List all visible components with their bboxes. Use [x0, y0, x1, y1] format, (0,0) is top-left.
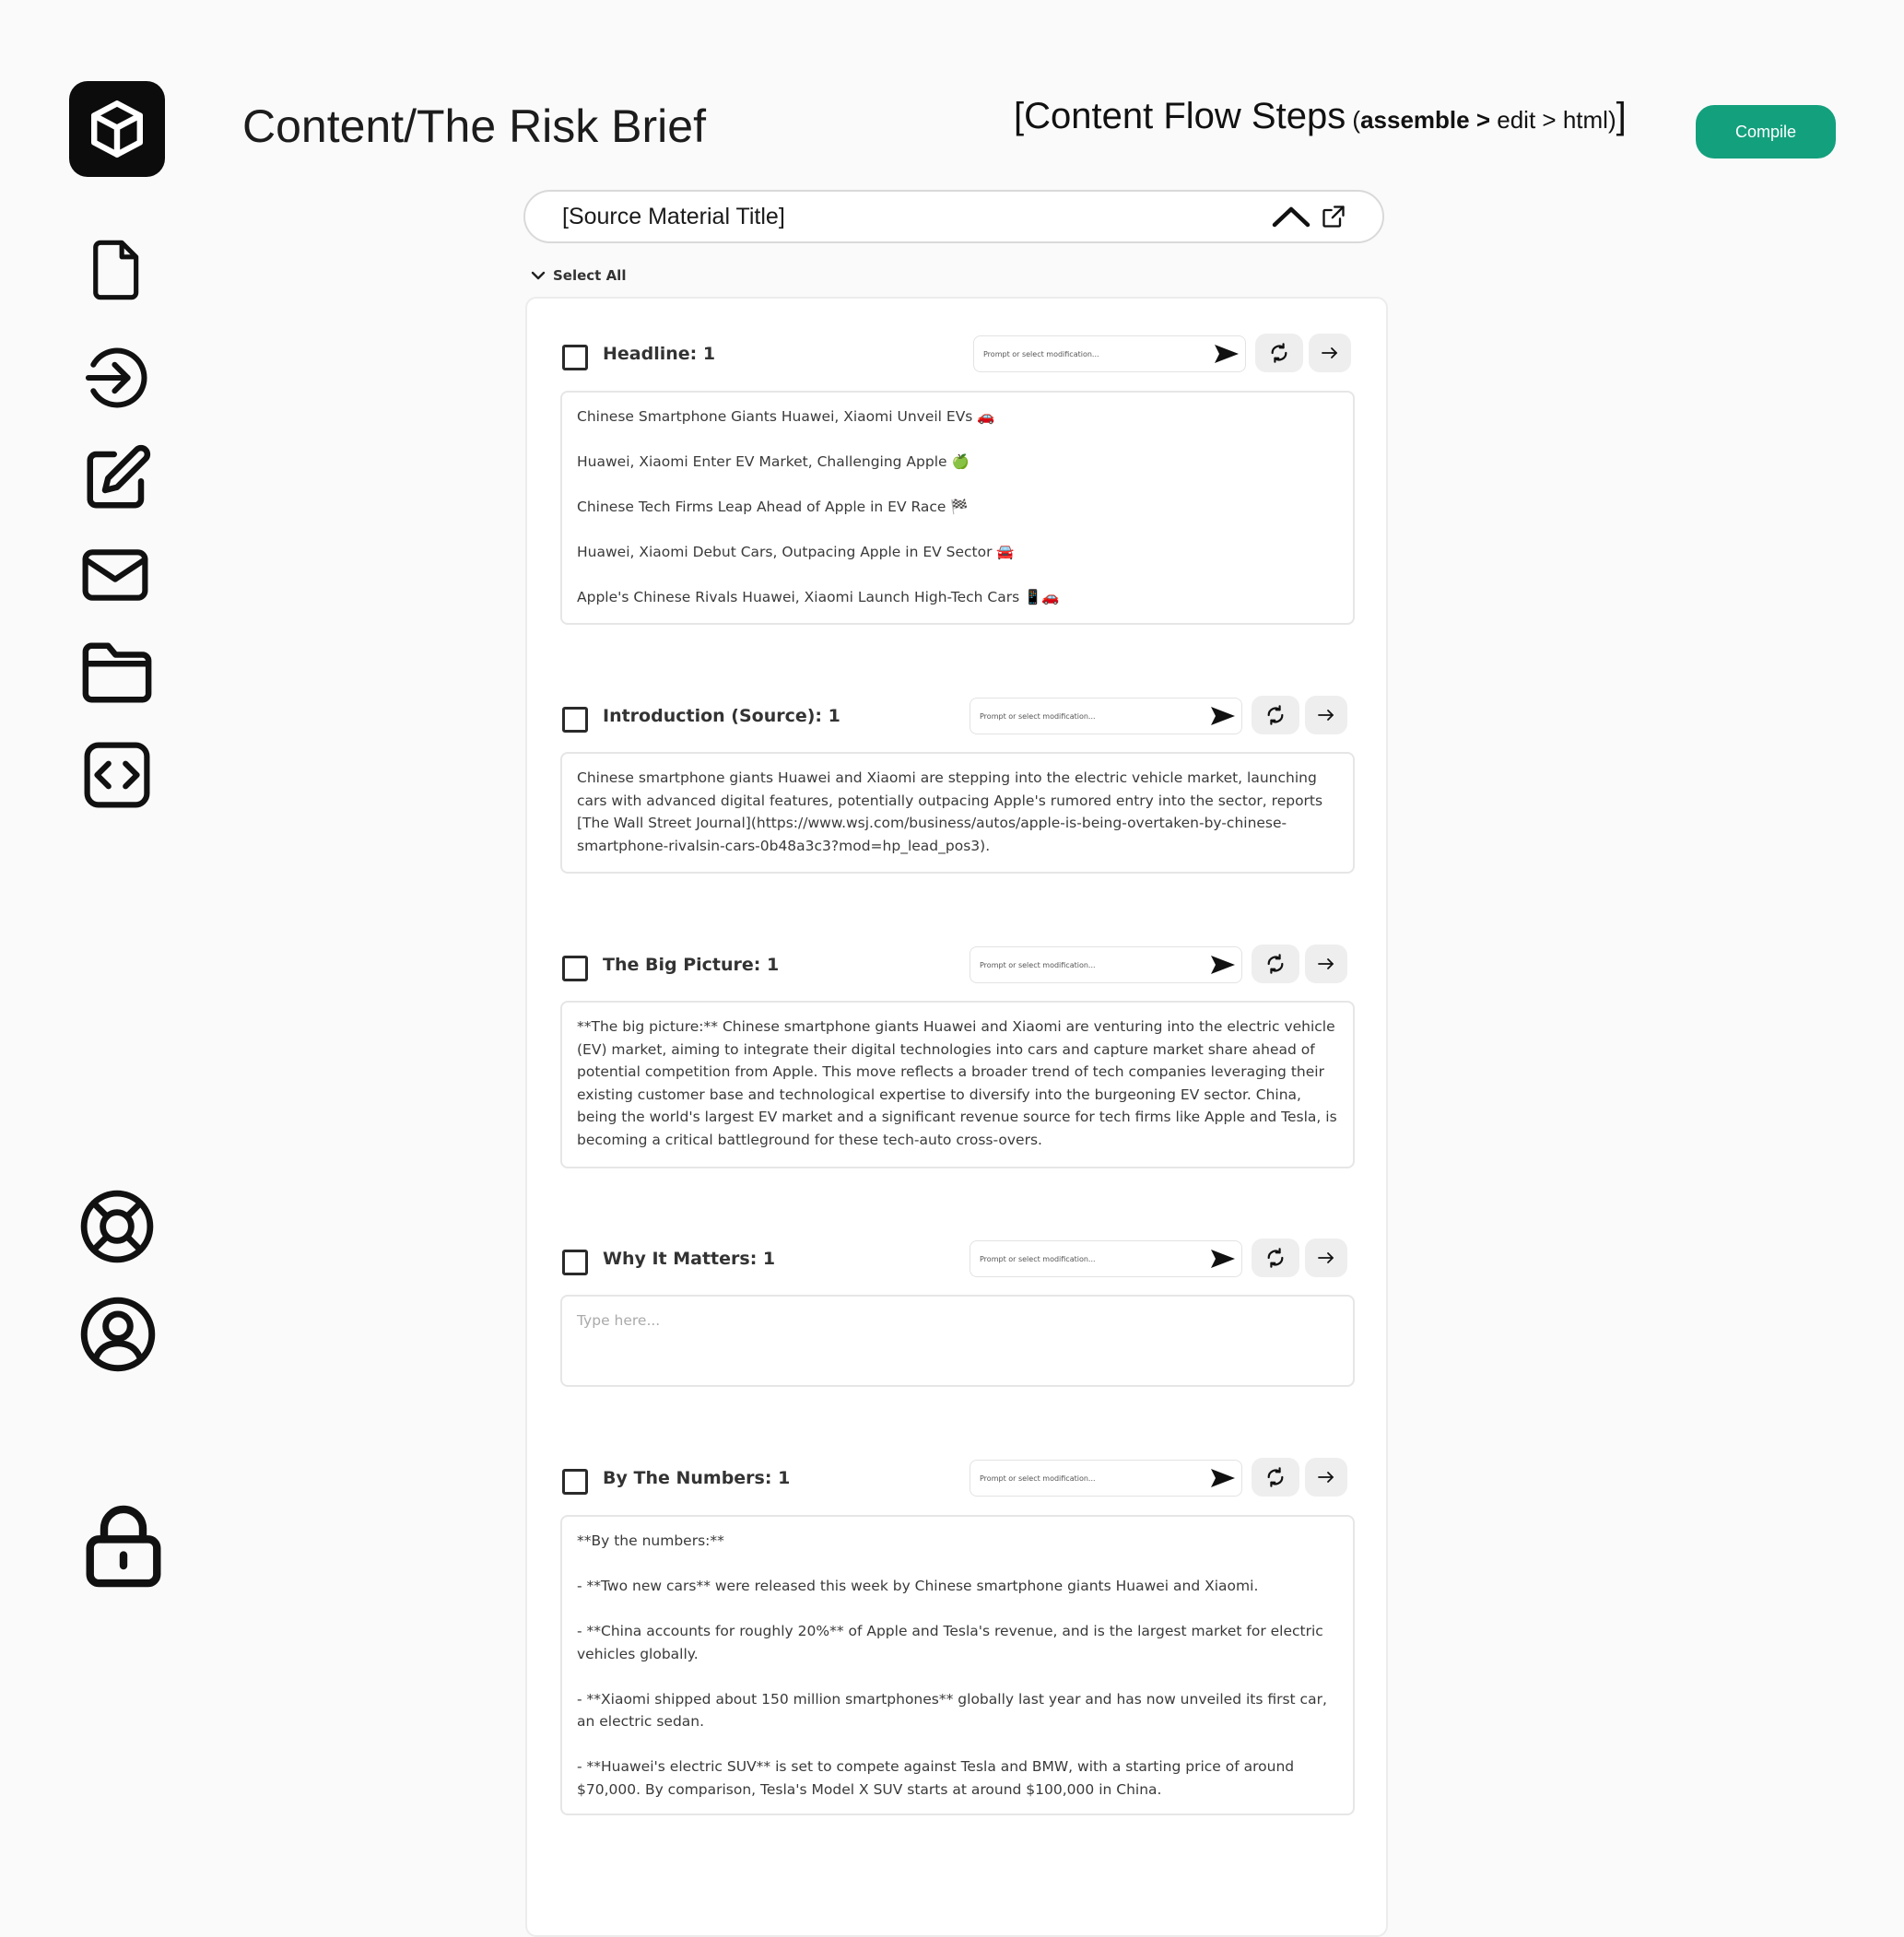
refresh-icon — [1267, 705, 1284, 725]
modification-prompt-input[interactable] — [970, 1253, 1205, 1264]
next-button[interactable] — [1305, 696, 1347, 734]
chevron-down-icon — [531, 271, 546, 280]
send-icon[interactable] — [1205, 1242, 1241, 1275]
modification-prompt-input[interactable] — [970, 710, 1205, 722]
next-button[interactable] — [1309, 334, 1351, 372]
select-all-toggle[interactable]: Select All — [531, 267, 626, 284]
list-item: - **Huawei's electric SUV** is set to co… — [577, 1758, 1295, 1798]
prompt-box — [970, 1240, 1242, 1277]
regenerate-button[interactable] — [1255, 334, 1303, 372]
external-link-icon[interactable] — [1312, 201, 1355, 232]
arrow-right-icon — [1318, 958, 1334, 969]
source-material-bar[interactable]: [Source Material Title] — [523, 190, 1384, 243]
section-checkbox[interactable] — [562, 1469, 588, 1495]
list-item: **By the numbers:** — [577, 1532, 724, 1549]
section-checkbox[interactable] — [562, 345, 588, 370]
section-label: By The Numbers: 1 — [603, 1468, 791, 1488]
regenerate-button[interactable] — [1252, 1458, 1299, 1497]
folder-icon[interactable] — [81, 640, 153, 706]
prompt-box — [970, 698, 1242, 734]
compile-button[interactable]: Compile — [1696, 105, 1836, 158]
select-all-label: Select All — [553, 267, 627, 284]
big-picture-content[interactable]: **The big picture:** Chinese smartphone … — [560, 1001, 1355, 1168]
send-icon[interactable] — [1208, 337, 1245, 370]
section-header-headline: Headline: 1 — [562, 334, 1351, 380]
modification-prompt-input[interactable] — [970, 959, 1205, 970]
send-icon[interactable] — [1205, 948, 1241, 981]
section-header-big-picture: The Big Picture: 1 — [562, 945, 1351, 991]
regenerate-button[interactable] — [1252, 945, 1299, 983]
document-icon[interactable] — [88, 238, 146, 302]
page-title: Content/The Risk Brief — [242, 100, 706, 152]
next-button[interactable] — [1305, 1458, 1347, 1497]
source-material-title: [Source Material Title] — [562, 203, 785, 229]
headline-content[interactable]: Chinese Smartphone Giants Huawei, Xiaomi… — [560, 391, 1355, 625]
send-icon[interactable] — [1205, 699, 1241, 733]
prompt-box — [970, 946, 1242, 983]
sign-in-icon[interactable] — [81, 343, 151, 413]
refresh-icon — [1267, 1467, 1284, 1487]
cube-icon — [91, 100, 143, 158]
list-item: - **China accounts for roughly 20%** of … — [577, 1623, 1323, 1662]
regenerate-button[interactable] — [1252, 1239, 1299, 1277]
why-it-matters-input[interactable] — [560, 1295, 1355, 1387]
user-circle-icon[interactable] — [79, 1296, 157, 1373]
list-item: Chinese Smartphone Giants Huawei, Xiaomi… — [577, 408, 995, 425]
flow-step-edit[interactable]: edit — [1497, 106, 1535, 134]
section-label: Headline: 1 — [603, 344, 716, 364]
regenerate-button[interactable] — [1252, 696, 1299, 734]
section-header-why-it-matters: Why It Matters: 1 — [562, 1239, 1351, 1285]
section-header-by-the-numbers: By The Numbers: 1 — [562, 1458, 1351, 1504]
flow-steps-label: Content Flow Steps — [1024, 96, 1346, 136]
section-text: **The big picture:** Chinese smartphone … — [577, 1018, 1337, 1148]
section-label: Introduction (Source): 1 — [603, 706, 840, 726]
refresh-icon — [1267, 1248, 1284, 1268]
introduction-content[interactable]: Chinese smartphone giants Huawei and Xia… — [560, 752, 1355, 874]
prompt-box — [973, 335, 1246, 372]
modification-prompt-input[interactable] — [970, 1473, 1205, 1484]
edit-icon[interactable] — [81, 442, 153, 514]
by-the-numbers-content[interactable]: **By the numbers:** - **Two new cars** w… — [560, 1515, 1355, 1815]
arrow-right-icon — [1318, 1472, 1334, 1483]
mail-icon[interactable] — [81, 547, 149, 603]
section-label: The Big Picture: 1 — [603, 955, 780, 975]
arrow-right-icon — [1322, 347, 1337, 358]
flow-step-assemble[interactable]: assemble — [1360, 106, 1470, 134]
lifebuoy-icon[interactable] — [79, 1189, 155, 1264]
list-item: Huawei, Xiaomi Debut Cars, Outpacing App… — [577, 544, 1015, 560]
app-logo[interactable] — [69, 81, 165, 177]
section-checkbox[interactable] — [562, 707, 588, 733]
refresh-icon — [1271, 343, 1287, 363]
prompt-box — [970, 1460, 1242, 1497]
arrow-right-icon — [1318, 1252, 1334, 1263]
content-flow-steps: [Content Flow Steps (assemble > edit > h… — [1014, 96, 1627, 136]
flow-step-html[interactable]: html — [1563, 106, 1608, 134]
section-text: Chinese smartphone giants Huawei and Xia… — [577, 769, 1323, 854]
section-header-introduction: Introduction (Source): 1 — [562, 696, 1351, 742]
send-icon[interactable] — [1205, 1462, 1241, 1495]
arrow-right-icon — [1318, 710, 1334, 721]
refresh-icon — [1267, 954, 1284, 974]
list-item: Chinese Tech Firms Leap Ahead of Apple i… — [577, 499, 969, 515]
list-item: Huawei, Xiaomi Enter EV Market, Challeng… — [577, 453, 970, 470]
lock-icon[interactable] — [85, 1504, 162, 1589]
section-checkbox[interactable] — [562, 956, 588, 981]
list-item: - **Xiaomi shipped about 150 million sma… — [577, 1690, 1327, 1731]
list-item: - **Two new cars** were released this we… — [577, 1578, 1259, 1594]
next-button[interactable] — [1305, 1239, 1347, 1277]
list-item: Apple's Chinese Rivals Huawei, Xiaomi La… — [577, 589, 1060, 605]
code-icon[interactable] — [83, 741, 151, 809]
section-label: Why It Matters: 1 — [603, 1249, 776, 1269]
next-button[interactable] — [1305, 945, 1347, 983]
section-checkbox[interactable] — [562, 1250, 588, 1275]
chevron-up-icon[interactable] — [1270, 201, 1312, 232]
modification-prompt-input[interactable] — [974, 348, 1208, 359]
